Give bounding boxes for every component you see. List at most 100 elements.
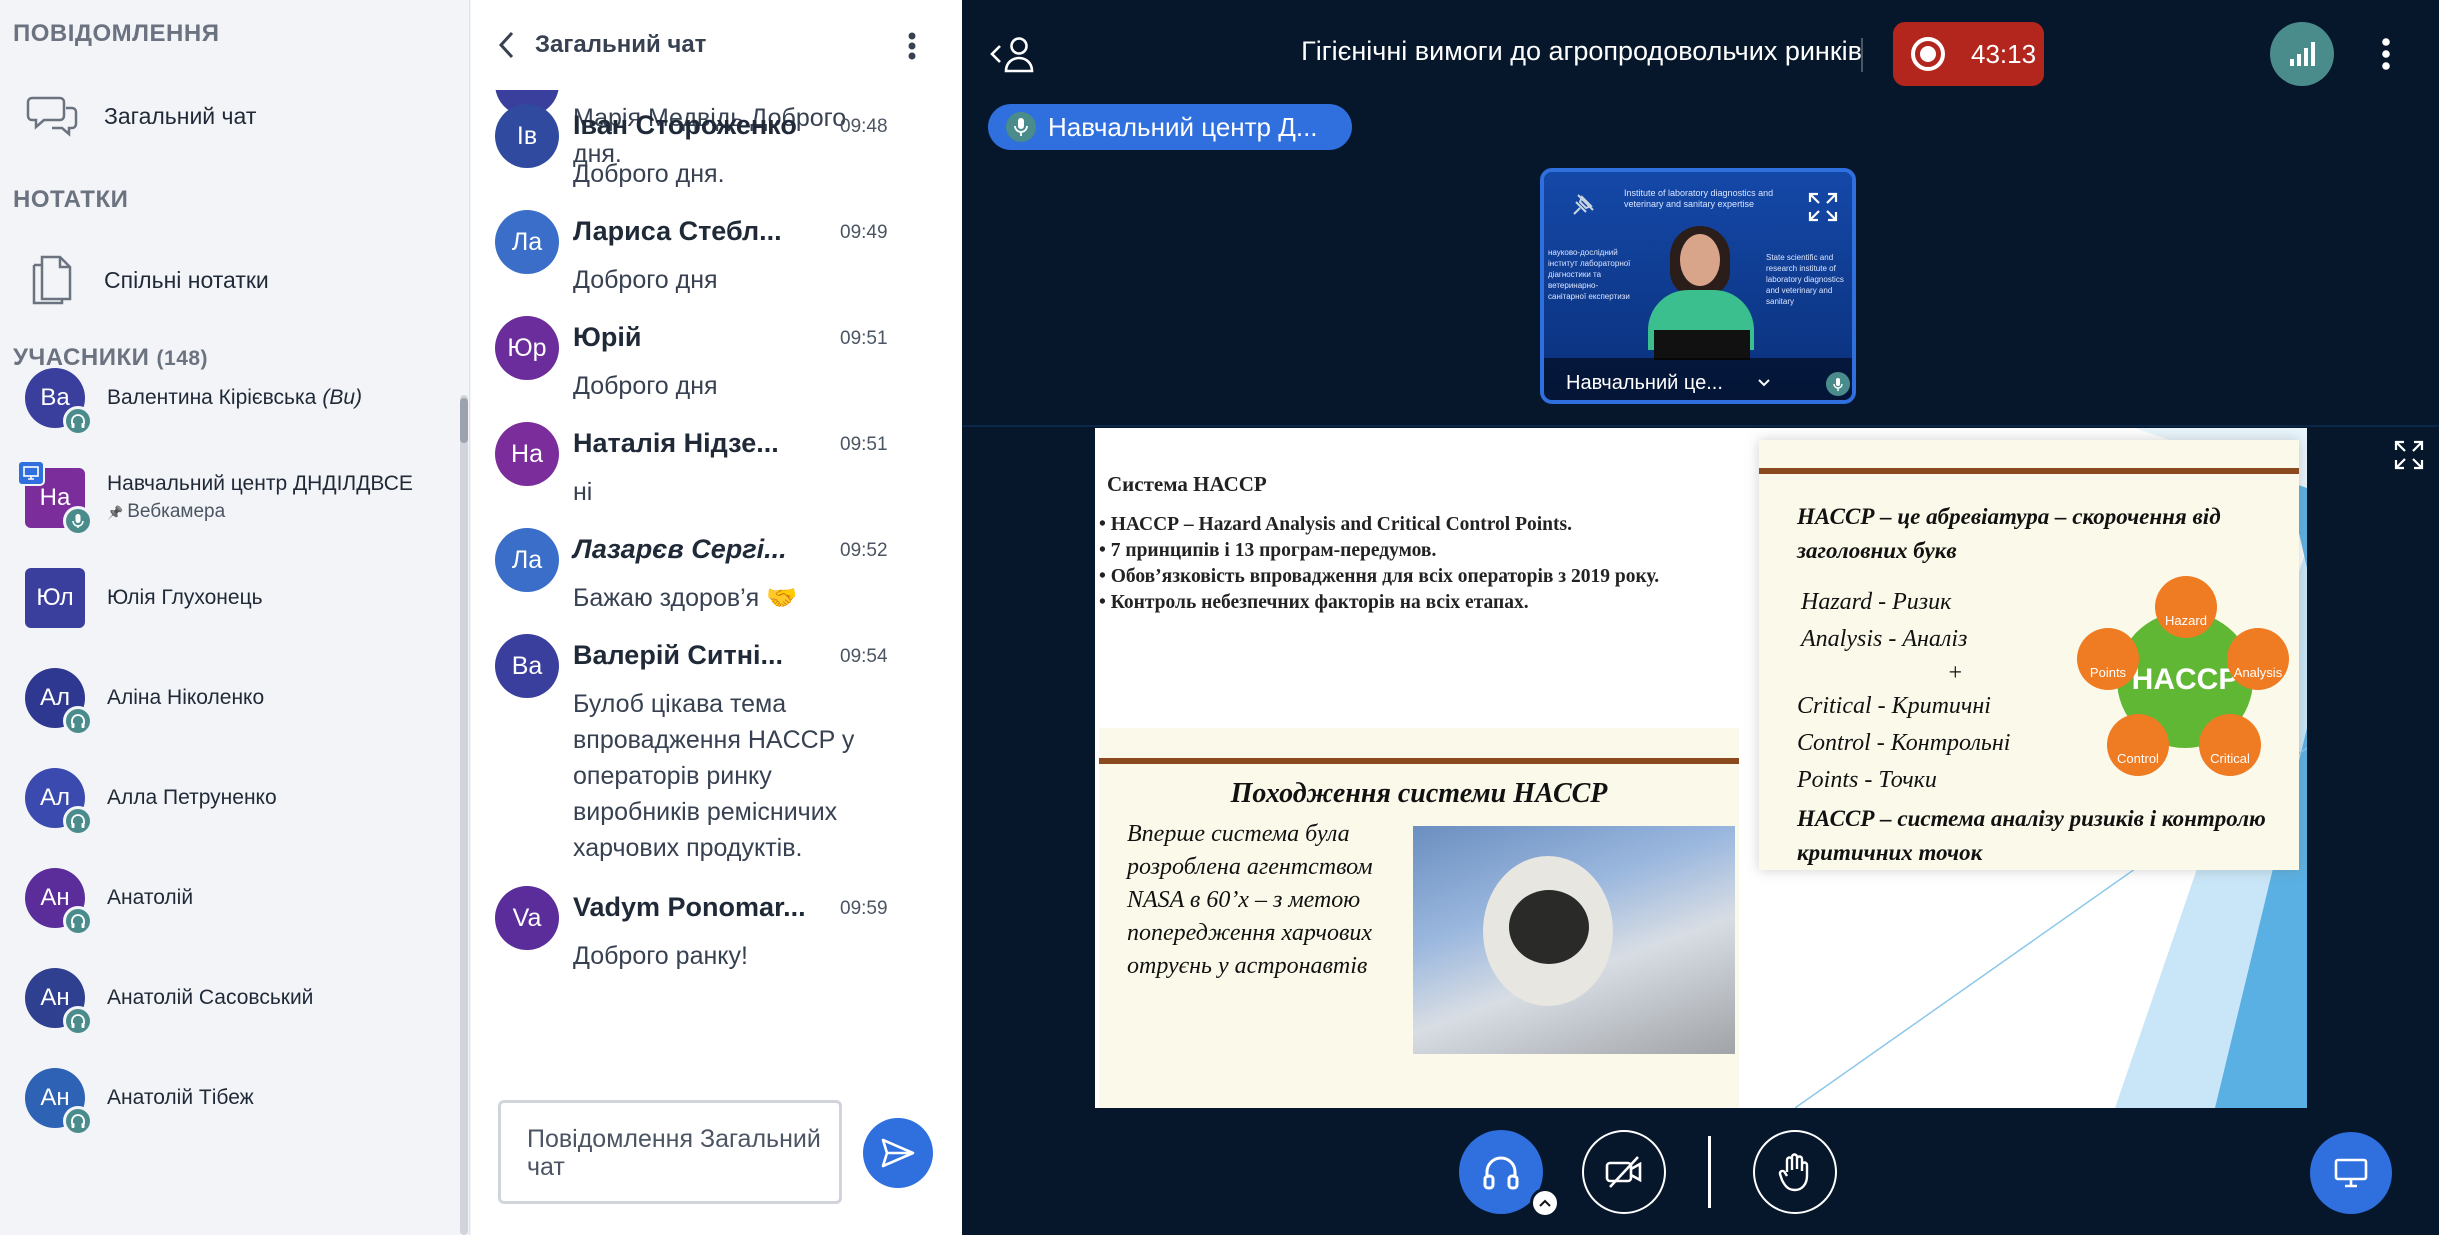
recording-time: 43:13 — [1971, 38, 2037, 69]
participant-name: Анатолій Тібеж — [107, 1084, 254, 1112]
haccp-wheel-item: Critical — [2199, 714, 2261, 776]
avatar-initials: На — [39, 484, 71, 511]
you-suffix: (Ви) — [322, 386, 363, 409]
message-author: Юрій — [573, 322, 642, 352]
participant-row[interactable]: Ан Анатолій Сасовський — [0, 948, 460, 1048]
chat-title: Загальний чат — [535, 31, 707, 58]
webcam-tile[interactable]: Institute of laboratory diagnostics and … — [1540, 168, 1856, 404]
screen-share-button[interactable] — [2310, 1132, 2392, 1214]
sidebar-scrollbar-thumb[interactable] — [460, 398, 468, 443]
presenter-badge[interactable]: Навчальний центр Д... — [988, 104, 1352, 150]
webcam-banner-text: Institute of laboratory diagnostics and … — [1624, 188, 1774, 209]
avatar-initials: Ал — [39, 684, 70, 711]
message-time: 09:52 — [840, 540, 888, 561]
slide-bullet-text: НАССР – Hazard Analysis and Critical Con… — [1110, 514, 1572, 535]
participant-row[interactable]: Юл Юлія Глухонець — [0, 548, 460, 648]
chat-message-list[interactable]: Марія Медвідь.Доброго дня. Ів Іван Сторож… — [471, 90, 962, 1075]
chevron-up-icon — [1539, 1198, 1551, 1208]
laptop — [1654, 330, 1750, 360]
message-time: 09:51 — [840, 328, 888, 349]
avatar: Юр — [495, 316, 559, 380]
astronaut-image — [1413, 826, 1735, 1054]
presentation-slide[interactable]: Система НАССР • НАССР – Hazard Analysis … — [1095, 428, 2307, 1108]
message-time: 09:51 — [840, 434, 888, 455]
message-time: 09:54 — [840, 646, 888, 667]
abbreviation-footer: НАССР – система аналізу ризиків і контро… — [1797, 806, 2266, 865]
abbreviation-line: Points - Точки — [1797, 767, 1937, 793]
avatar-initials: Va — [512, 903, 542, 932]
origin-heading: Походження системи НАССР — [1230, 778, 1608, 809]
bullet-marker: • — [1099, 566, 1111, 587]
avatar: Ан — [25, 868, 93, 936]
presenter-name: Навчальний центр Д... — [1048, 111, 1318, 142]
participant-row[interactable]: На Навчальний центр ДНДІЛДВСЕ 📌 Вебкамера — [0, 448, 460, 548]
avatar-initials: На — [511, 439, 543, 468]
abbreviation-line: Analysis - Аналіз — [1801, 626, 1968, 652]
slide-bullet-list: • НАССР – Hazard Analysis and Critical C… — [1099, 512, 1659, 616]
participant-row[interactable]: Ан Анатолій — [0, 848, 460, 948]
abbreviation-line: Hazard - Ризик — [1801, 589, 1952, 615]
participant-name: Анатолій Сасовський — [107, 984, 313, 1012]
avatar: Юл — [25, 568, 85, 628]
participant-name: Валентина Кірієвська (Ви) — [107, 384, 362, 412]
headphones-icon — [1481, 1152, 1521, 1192]
participant-name: Навчальний центр ДНДІЛДВСЕ 📌 Вебкамера — [107, 470, 413, 527]
monitor-icon — [2334, 1158, 2368, 1188]
webcam-label: Навчальний це... — [1566, 372, 1723, 394]
sidebar-scroll-track[interactable] — [460, 395, 468, 1235]
headphones-icon — [63, 1106, 93, 1136]
audio-options-button[interactable] — [1530, 1188, 1560, 1218]
connection-status-button[interactable] — [2270, 22, 2334, 86]
avatar-initials: Ла — [511, 227, 543, 256]
participant-name-text: Алла Петруненко — [107, 786, 277, 809]
origin-box: Походження системи НАССР Вперше система … — [1099, 728, 1739, 1108]
hand-icon — [1778, 1152, 1812, 1192]
participant-name: Алла Петруненко — [107, 784, 277, 812]
camera-button[interactable] — [1582, 1130, 1666, 1214]
recording-indicator[interactable]: 43:13 — [1893, 22, 2044, 86]
sidebar-item-general-chat[interactable]: Загальний чат — [0, 76, 468, 156]
pin-icon: 📌 — [107, 504, 124, 520]
presentation-stage: Гігієнічні вимоги до агропродовольчих ри… — [962, 0, 2439, 1235]
sidebar-item-shared-notes[interactable]: Спільні нотатки — [0, 240, 468, 320]
headphones-icon — [63, 706, 93, 736]
fullscreen-icon[interactable] — [1808, 192, 1838, 222]
participant-row[interactable]: Ан Анатолій Тібеж — [0, 1048, 460, 1148]
back-chevron-icon[interactable] — [497, 30, 515, 60]
app-root: ПОВІДОМЛЕННЯ Загальний чат НОТАТКИ Спіль… — [0, 0, 2439, 1235]
notes-section-title: НОТАТКИ — [13, 186, 129, 213]
chat-options-kebab-icon[interactable] — [908, 32, 916, 65]
avatar-initials: Ів — [516, 121, 538, 150]
sidebar-item-label: Спільні нотатки — [104, 266, 269, 293]
participant-name-text: Валентина Кірієвська — [107, 386, 317, 409]
presenter-face — [1680, 234, 1720, 286]
chevron-down-icon[interactable] — [1758, 378, 1770, 388]
options-kebab-icon[interactable] — [2382, 38, 2390, 70]
webcam-mic-icon — [1826, 372, 1850, 396]
raise-hand-button[interactable] — [1753, 1130, 1837, 1214]
avatar: Ва — [25, 368, 93, 436]
slide-title: Система НАССР — [1107, 472, 1267, 496]
webcam-banner-text: State scientific and research institute … — [1766, 253, 1844, 306]
pin-icon[interactable] — [1568, 192, 1596, 220]
avatar: Ал — [25, 668, 93, 736]
bullet-marker: • — [1099, 514, 1111, 535]
slide-fullscreen-icon[interactable] — [2394, 440, 2424, 470]
avatar-initials: Ла — [511, 545, 543, 574]
avatar: Ла — [495, 528, 559, 592]
send-button[interactable] — [863, 1118, 933, 1188]
participant-row[interactable]: Ал Алла Петруненко — [0, 748, 460, 848]
avatar: На — [17, 460, 93, 536]
avatar: На — [495, 422, 559, 486]
user-list-toggle-icon[interactable] — [990, 34, 1036, 74]
participant-row[interactable]: Ал Аліна Ніколенко — [0, 648, 460, 748]
participant-name-text: Анатолій Тібеж — [107, 1086, 254, 1109]
participant-row[interactable]: Ва Валентина Кірієвська (Ви) — [0, 348, 460, 448]
message-input[interactable]: Повідомлення Загальний чат — [498, 1100, 842, 1204]
microphone-icon — [63, 506, 93, 536]
message-text: Доброго дня — [573, 266, 718, 294]
message-author: Лазарєв Сергі... — [573, 534, 787, 564]
avatar-initials: Ал — [39, 784, 70, 811]
avatar-initials: Ва — [40, 384, 70, 411]
message-text: Доброго дня — [573, 372, 718, 400]
